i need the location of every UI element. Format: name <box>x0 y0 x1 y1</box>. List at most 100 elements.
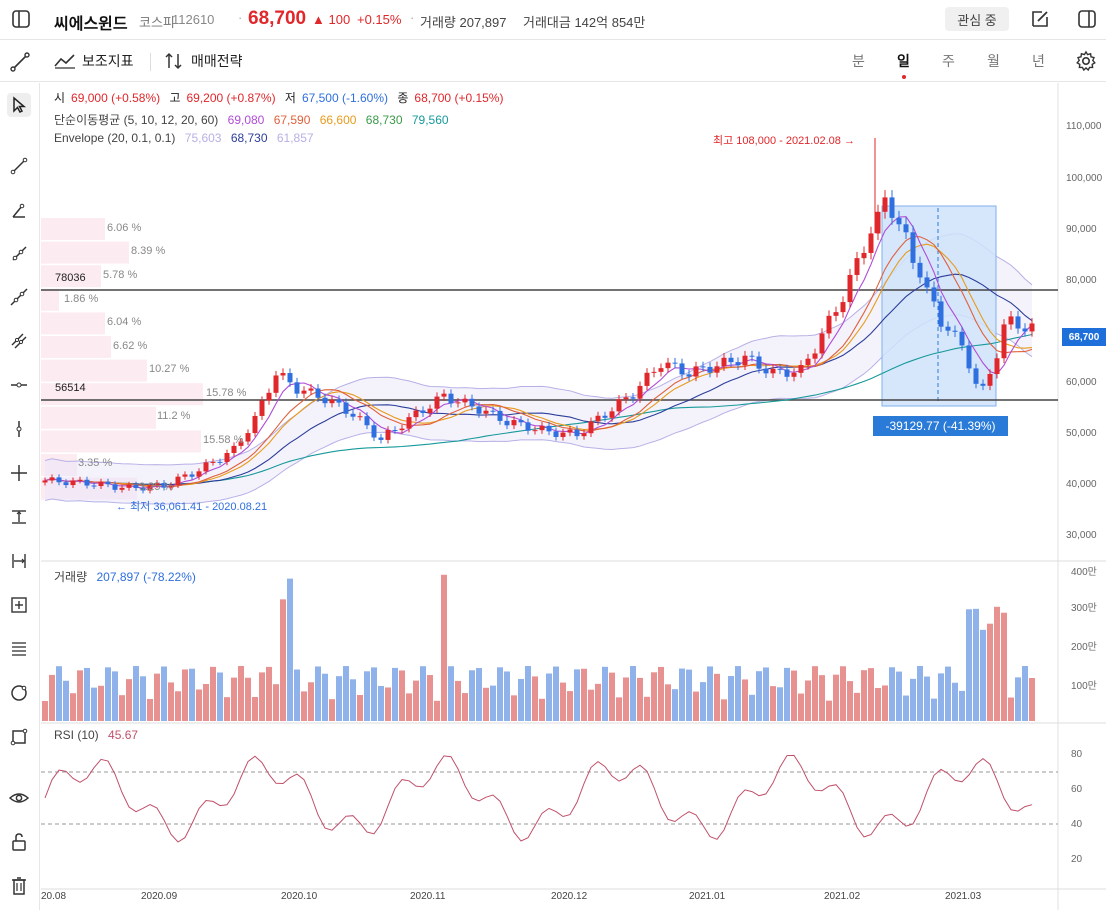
volume-bar <box>266 666 272 721</box>
crosshair-icon[interactable] <box>7 461 31 485</box>
chart-area[interactable]: 시 69,000 (+0.58%) 고 69,200 (+0.87%) 저 67,50… <box>41 83 1106 910</box>
volume-bar <box>826 700 832 721</box>
candle-body <box>574 429 580 437</box>
volume-bar <box>245 677 251 721</box>
line-tool-icon[interactable] <box>7 154 31 178</box>
price-range-icon[interactable] <box>7 505 31 529</box>
volume-bar <box>931 698 937 721</box>
candle-body <box>70 480 76 486</box>
candle-body <box>1008 316 1014 325</box>
volume-bar <box>518 679 524 721</box>
volume-bar <box>567 691 573 721</box>
measure-result: -39129.77 (-41.39%) <box>873 416 1008 436</box>
candle-body <box>406 417 412 429</box>
side-panel-icon[interactable] <box>1076 8 1098 30</box>
volume-bar <box>469 670 475 721</box>
eye-icon[interactable] <box>7 786 31 810</box>
angle-tool-icon[interactable] <box>7 199 31 223</box>
candle-body <box>532 430 538 432</box>
volume-profile-bar <box>41 312 105 335</box>
circle-tool-icon[interactable] <box>7 681 31 705</box>
volume-bar <box>112 671 118 721</box>
price-tick: 80,000 <box>1066 275 1097 286</box>
candle-body <box>364 416 370 426</box>
envelope-mid-value: 68,730 <box>230 131 268 145</box>
cursor-icon[interactable] <box>7 93 31 117</box>
volume-tick: 200만 <box>1071 642 1097 653</box>
period-tabs: 분 일 주 월 년 <box>836 51 1061 79</box>
candle-body <box>483 410 489 414</box>
candle-body <box>896 217 902 225</box>
volume-bar <box>581 668 587 721</box>
watchlist-button[interactable]: 관심 중 <box>945 7 1009 31</box>
candle-body <box>560 432 566 437</box>
edit-icon[interactable] <box>1029 8 1051 30</box>
volume-bar <box>140 676 146 721</box>
envelope-lower-value: 61,857 <box>276 131 314 145</box>
ray-tool-icon[interactable] <box>7 242 31 266</box>
tab-week[interactable]: 주 <box>926 51 971 71</box>
volume-bar <box>595 683 601 721</box>
volume-bar <box>280 599 286 721</box>
date-range-icon[interactable] <box>7 549 31 573</box>
extended-line-icon[interactable] <box>7 285 31 309</box>
candle-body <box>266 392 272 401</box>
ma10-value: 67,590 <box>273 113 311 127</box>
vertical-line-icon[interactable] <box>7 417 31 441</box>
tab-month[interactable]: 월 <box>971 51 1016 71</box>
volume-bar <box>896 671 902 721</box>
chart-canvas[interactable] <box>41 83 1106 910</box>
volume-bar <box>819 675 825 721</box>
candle-body <box>833 312 839 316</box>
volume-bar <box>301 691 307 721</box>
candle-body <box>280 373 286 376</box>
candle-body <box>539 425 545 431</box>
candle-body <box>231 445 237 454</box>
volume-bar <box>231 677 237 721</box>
rectangle-tool-icon[interactable] <box>7 725 31 749</box>
add-shape-icon[interactable] <box>7 593 31 617</box>
unlock-icon[interactable] <box>7 830 31 854</box>
price-tick: 30,000 <box>1066 530 1097 541</box>
trendline-icon[interactable] <box>9 51 31 73</box>
candle-body <box>315 388 321 398</box>
candle-body <box>798 365 804 373</box>
fibonacci-icon[interactable] <box>7 637 31 661</box>
volume-bar <box>371 667 377 721</box>
volume-bar <box>175 691 181 721</box>
volume-bar <box>553 666 559 721</box>
volume-profile-bar <box>41 288 59 311</box>
candle-body <box>252 415 258 434</box>
tab-day[interactable]: 일 <box>881 51 926 79</box>
open-value: 69,000 (+0.58%) <box>71 91 161 105</box>
tab-year[interactable]: 년 <box>1016 51 1061 71</box>
candle-body <box>966 345 972 369</box>
volume-bar <box>644 696 650 721</box>
indicator-button[interactable]: 보조지표 <box>54 51 134 71</box>
volume-tick: 300만 <box>1071 603 1097 614</box>
volume-bar <box>1022 666 1028 721</box>
volume-bar <box>966 609 972 721</box>
parallel-channel-icon[interactable] <box>7 329 31 353</box>
tab-minute[interactable]: 분 <box>836 51 881 71</box>
gear-icon[interactable] <box>1075 50 1097 72</box>
volume-bar <box>308 682 314 721</box>
volume-bar <box>882 685 888 721</box>
candle-body <box>336 399 342 403</box>
strategy-button[interactable]: 매매전략 <box>163 51 243 71</box>
volume-bar <box>574 669 580 721</box>
rsi-tick: 60 <box>1071 784 1083 795</box>
volume-bar <box>959 690 965 721</box>
volume-bar <box>70 693 76 721</box>
volume-bar <box>623 677 629 721</box>
candle-body <box>294 382 300 394</box>
volume-bar <box>357 694 363 721</box>
candle-body <box>245 433 251 442</box>
horizontal-line-icon[interactable] <box>7 373 31 397</box>
volume-bar <box>791 670 797 721</box>
sidebar-toggle-icon[interactable] <box>10 8 32 30</box>
trash-icon[interactable] <box>7 874 31 898</box>
candle-body <box>553 431 559 437</box>
candle-body <box>917 262 923 278</box>
date-tick: 2021.01 <box>689 891 726 902</box>
